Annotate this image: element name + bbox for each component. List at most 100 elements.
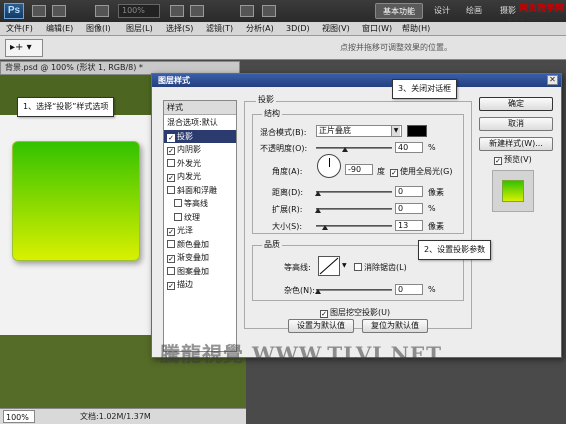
opacity-slider[interactable] <box>316 147 392 149</box>
ok-button[interactable]: 确定 <box>479 97 553 111</box>
workspace-essentials-button[interactable]: 基本功能 <box>375 3 423 19</box>
style-row[interactable]: 混合选项:默认 <box>164 116 236 129</box>
spread-field[interactable]: 0 <box>395 203 423 214</box>
size-field[interactable]: 13 <box>395 220 423 231</box>
style-row[interactable]: ✓ 投影 <box>164 129 236 143</box>
menu-view[interactable]: 视图(V) <box>322 23 350 35</box>
noise-unit: % <box>428 285 436 294</box>
menu-image[interactable]: 图像(I) <box>86 23 111 35</box>
style-checkbox[interactable] <box>167 239 175 248</box>
angle-unit: 度 <box>377 167 385 176</box>
styles-header[interactable]: 样式 <box>164 101 236 115</box>
new-style-button[interactable]: 新建样式(W)... <box>479 137 553 151</box>
style-row[interactable]: ✓ 内阴影 <box>164 143 236 156</box>
style-row[interactable]: 斜面和浮雕 <box>164 184 236 197</box>
distance-slider-knob[interactable] <box>315 191 321 196</box>
drop-shadow-title: 投影 <box>256 94 276 105</box>
preview-checkbox[interactable]: ✓ 预览(V) <box>494 154 532 165</box>
style-checkbox[interactable]: ✓ <box>167 147 175 155</box>
contour-dropdown-icon[interactable]: ▼ <box>342 262 347 269</box>
hand-tool-icon[interactable] <box>170 5 184 17</box>
tool-preset-picker[interactable]: ▸+ ▾ <box>5 39 43 57</box>
style-checkbox[interactable] <box>167 266 175 275</box>
menu-select[interactable]: 选择(S) <box>166 23 193 35</box>
style-checkbox[interactable] <box>167 185 175 194</box>
style-checkbox[interactable] <box>174 212 182 221</box>
angle-field[interactable]: -90 <box>345 164 373 175</box>
knockout-label: 图层挖空投影(U) <box>330 308 391 317</box>
style-row[interactable]: 外发光 <box>164 157 236 170</box>
style-row-label: 内发光 <box>177 172 201 181</box>
style-checkbox[interactable] <box>174 199 182 207</box>
view-extras-icon[interactable] <box>95 5 109 17</box>
anti-alias-label: 消除锯齿(L) <box>364 263 407 272</box>
menu-3d[interactable]: 3D(D) <box>286 23 310 35</box>
structure-title: 结构 <box>262 108 282 119</box>
size-label: 大小(S): <box>272 222 303 231</box>
menu-analysis[interactable]: 分析(A) <box>246 23 274 35</box>
noise-slider[interactable] <box>316 289 392 291</box>
noise-field[interactable]: 0 <box>395 284 423 295</box>
menu-help[interactable]: 帮助(H) <box>402 23 430 35</box>
spread-slider-knob[interactable] <box>315 208 321 213</box>
distance-unit: 像素 <box>428 188 444 197</box>
shadow-color-swatch[interactable] <box>407 125 427 137</box>
style-row[interactable]: ✓ 光泽 <box>164 224 236 237</box>
style-row-label: 斜面和浮雕 <box>177 185 217 195</box>
cancel-button[interactable]: 取消 <box>479 117 553 131</box>
style-row[interactable]: 图案叠加 <box>164 265 236 278</box>
style-row[interactable]: ✓ 描边 <box>164 278 236 291</box>
style-checkbox[interactable] <box>167 158 175 167</box>
style-row-label: 图案叠加 <box>177 266 209 276</box>
style-row[interactable]: 颜色叠加 <box>164 238 236 251</box>
style-row[interactable]: 等高线 <box>164 197 236 210</box>
distance-slider[interactable] <box>316 191 392 193</box>
distance-label: 距离(D): <box>272 188 304 197</box>
blend-mode-select[interactable]: 正片叠底 ▼ <box>316 125 402 137</box>
bridge-icon[interactable] <box>32 5 46 17</box>
chevron-down-icon: ▼ <box>391 126 400 136</box>
make-default-button[interactable]: 设置为默认值 <box>288 319 354 333</box>
contour-label: 等高线: <box>284 263 311 272</box>
opacity-slider-knob[interactable] <box>342 147 348 152</box>
minibridge-icon[interactable] <box>52 5 66 17</box>
menu-layer[interactable]: 图层(L) <box>126 23 153 35</box>
style-row-label: 外发光 <box>177 158 201 168</box>
screen-mode-icon[interactable] <box>262 5 276 17</box>
reset-default-button[interactable]: 复位为默认值 <box>362 319 428 333</box>
workspace-painting-button[interactable]: 绘画 <box>460 3 488 19</box>
photoshop-logo: Ps <box>4 3 24 19</box>
zoom-level-combo[interactable]: 100% <box>118 4 160 18</box>
size-unit: 像素 <box>428 222 444 231</box>
style-checkbox[interactable]: ✓ <box>167 282 175 290</box>
style-checkbox[interactable]: ✓ <box>167 255 175 263</box>
size-slider-knob[interactable] <box>322 225 328 230</box>
style-row[interactable]: ✓ 内发光 <box>164 170 236 183</box>
style-checkbox[interactable]: ✓ <box>167 228 175 236</box>
zoom-field[interactable]: 100% <box>3 410 35 423</box>
opacity-field[interactable]: 40 <box>395 142 423 153</box>
style-row-label: 描边 <box>177 280 193 289</box>
anti-alias-checkbox[interactable]: 消除锯齿(L) <box>354 262 407 273</box>
noise-slider-knob[interactable] <box>315 289 321 294</box>
global-light-checkbox[interactable]: ✓ 使用全局光(G) <box>390 166 452 177</box>
knockout-checkbox[interactable]: ✓ 图层挖空投影(U) <box>320 307 390 318</box>
zoom-tool-icon[interactable] <box>190 5 204 17</box>
spread-slider[interactable] <box>316 208 392 210</box>
menu-filter[interactable]: 滤镜(T) <box>206 23 233 35</box>
style-row[interactable]: 纹理 <box>164 211 236 224</box>
menu-window[interactable]: 窗口(W) <box>362 23 392 35</box>
menu-file[interactable]: 文件(F) <box>6 23 33 35</box>
contour-picker[interactable] <box>318 256 340 276</box>
contour-curve-icon <box>319 257 339 275</box>
close-icon[interactable]: ✕ <box>547 75 558 85</box>
menu-edit[interactable]: 编辑(E) <box>46 23 73 35</box>
style-checkbox[interactable]: ✓ <box>167 133 175 142</box>
style-row[interactable]: ✓ 渐变叠加 <box>164 251 236 264</box>
workspace-design-button[interactable]: 设计 <box>428 3 456 19</box>
distance-field[interactable]: 0 <box>395 186 423 197</box>
arrange-documents-icon[interactable] <box>240 5 254 17</box>
style-checkbox[interactable]: ✓ <box>167 174 175 182</box>
angle-dial[interactable] <box>317 154 341 178</box>
style-row-label: 投影 <box>177 131 193 141</box>
